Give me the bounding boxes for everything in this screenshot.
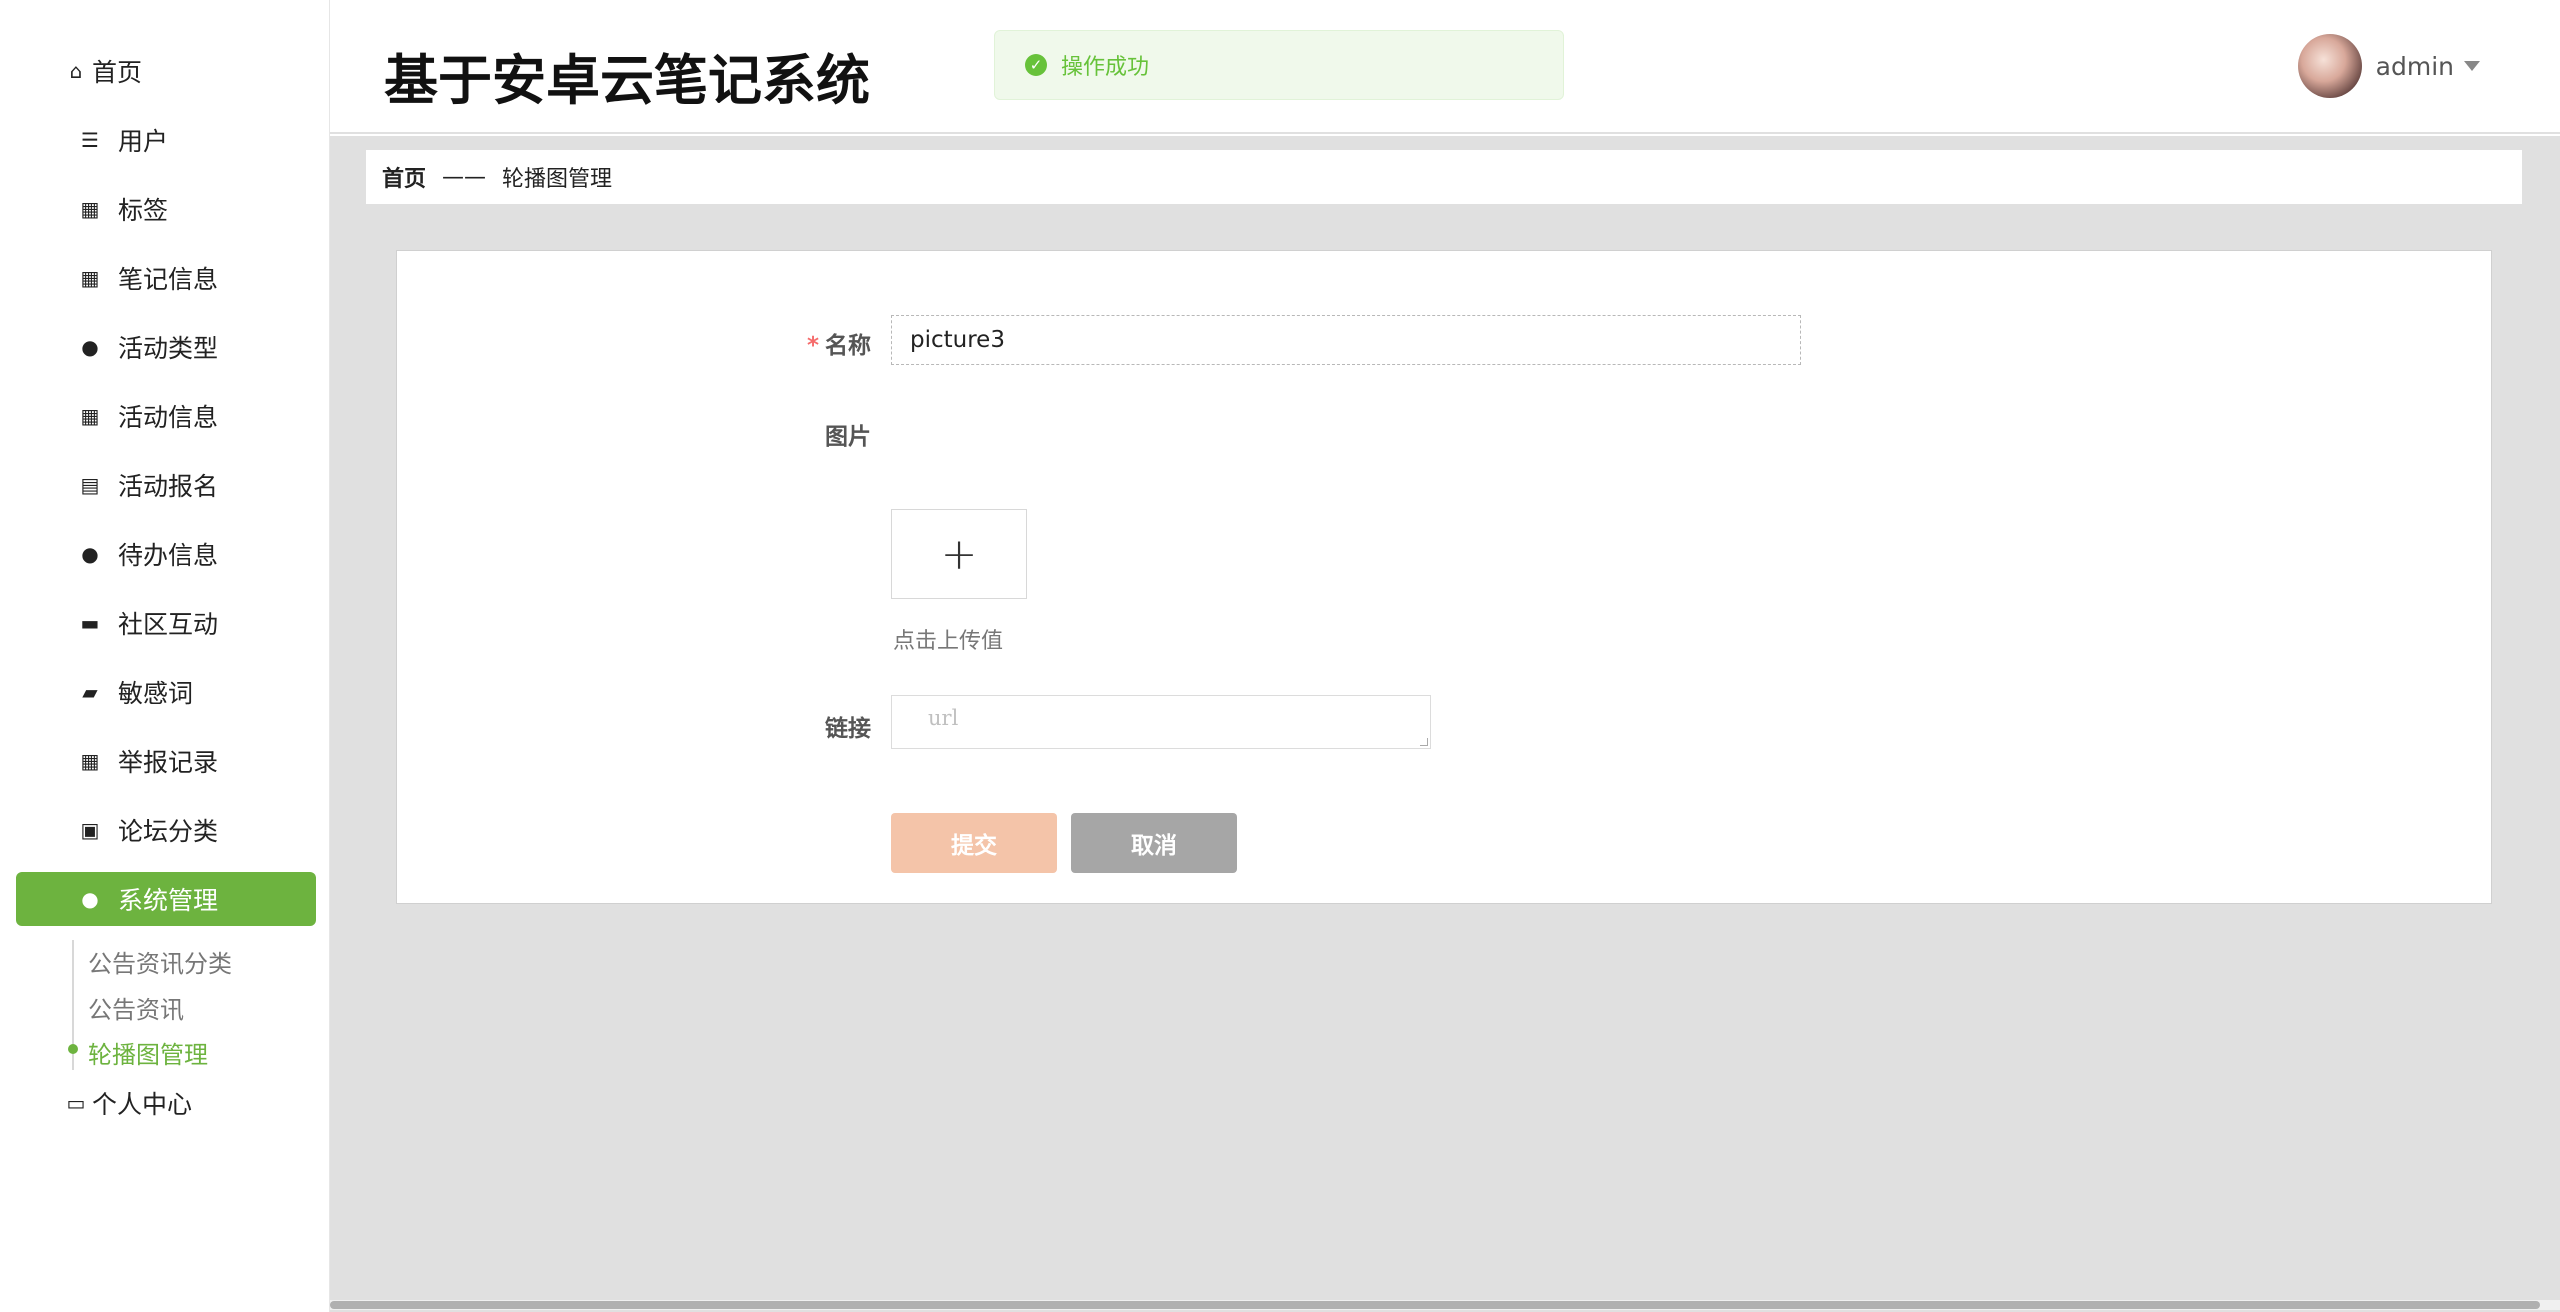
sidebar-item-label: 敏感词 bbox=[118, 679, 194, 708]
sidebar-item-label: 举报记录 bbox=[118, 748, 219, 777]
sidebar-item-label: 活动信息 bbox=[118, 403, 219, 432]
breadcrumb-home[interactable]: 首页 bbox=[382, 161, 426, 193]
submit-button[interactable]: 提交 bbox=[891, 813, 1057, 873]
link-textarea[interactable]: url bbox=[891, 695, 1431, 749]
sidebar-item-label: 社区互动 bbox=[118, 610, 219, 639]
sidebar-item-sensitive-words[interactable]: ▰ 敏感词 bbox=[16, 665, 316, 719]
briefcase-icon: ▣ bbox=[80, 818, 100, 842]
bulb-icon: ● bbox=[81, 542, 99, 566]
sidebar-item-label: 待办信息 bbox=[118, 541, 219, 570]
app-title: 基于安卓云笔记系统 bbox=[384, 49, 870, 112]
sidebar-item-system[interactable]: ● 系统管理 bbox=[16, 872, 316, 926]
sidebar-item-activities[interactable]: ▦ 活动信息 bbox=[16, 389, 316, 443]
wallet-icon: ▰ bbox=[82, 680, 98, 704]
breadcrumb-separator: —— bbox=[442, 164, 487, 190]
user-icon: ● bbox=[81, 335, 99, 359]
sidebar-item-notes[interactable]: ▦ 笔记信息 bbox=[16, 251, 316, 305]
home-icon: ⌂ bbox=[69, 59, 83, 83]
image-label: 图片 bbox=[825, 424, 871, 450]
grid-icon: ▦ bbox=[80, 197, 100, 221]
sidebar-item-users[interactable]: ☰ 用户 bbox=[16, 113, 316, 167]
sidebar-item-community[interactable]: ▬ 社区互动 bbox=[16, 596, 316, 650]
sidebar-item-home[interactable]: ⌂ 首页 bbox=[16, 44, 316, 98]
username: admin bbox=[2375, 51, 2454, 81]
sidebar-item-label: 用户 bbox=[118, 127, 169, 156]
submenu-item-carousel[interactable]: 轮播图管理 bbox=[88, 1035, 208, 1070]
user-icon: ● bbox=[81, 887, 99, 911]
avatar bbox=[2297, 34, 2362, 98]
name-input[interactable]: picture3 bbox=[891, 315, 1801, 365]
cancel-button[interactable]: 取消 bbox=[1071, 813, 1237, 873]
plus-icon: + bbox=[940, 528, 978, 580]
sidebar-item-todos[interactable]: ● 待办信息 bbox=[16, 527, 316, 581]
card-icon: ▭ bbox=[66, 1091, 86, 1115]
upload-tip: 点击上传值 bbox=[893, 629, 1004, 654]
sidebar-item-label: 首页 bbox=[92, 58, 143, 87]
required-mark: * bbox=[806, 333, 819, 359]
scrollbar-thumb[interactable] bbox=[330, 1301, 2540, 1309]
name-label: * 名称 bbox=[806, 333, 871, 359]
sidebar: ⌂ 首页 ☰ 用户 ▦ 标签 ▦ 笔记信息 ● 活动类型 ▦ 活动信息 ▤ 活动… bbox=[0, 0, 330, 1312]
sidebar-item-label: 标签 bbox=[118, 196, 169, 225]
check-circle-icon: ✓ bbox=[1025, 54, 1047, 76]
sidebar-item-activity-types[interactable]: ● 活动类型 bbox=[16, 320, 316, 374]
breadcrumb: 首页 —— 轮播图管理 bbox=[366, 150, 2522, 204]
list-icon: ☰ bbox=[81, 128, 99, 152]
sidebar-item-label: 活动类型 bbox=[118, 334, 219, 363]
sidebar-item-label: 个人中心 bbox=[92, 1090, 193, 1119]
grid-icon: ▦ bbox=[80, 404, 100, 428]
sidebar-item-tags[interactable]: ▦ 标签 bbox=[16, 182, 316, 236]
sidebar-item-personal[interactable]: ▭ 个人中心 bbox=[16, 1076, 316, 1130]
sidebar-item-label: 论坛分类 bbox=[118, 817, 219, 846]
horizontal-scrollbar[interactable] bbox=[330, 1300, 2560, 1310]
submenu-item-notices[interactable]: 公告资讯 bbox=[88, 990, 184, 1025]
form-panel: * 名称 picture3 图片 + 点击上传值 链接 url 提交 取消 bbox=[396, 250, 2492, 904]
sidebar-item-forum-categories[interactable]: ▣ 论坛分类 bbox=[16, 803, 316, 857]
sidebar-item-label: 笔记信息 bbox=[118, 265, 219, 294]
submenu-item-notice-categories[interactable]: 公告资讯分类 bbox=[88, 944, 232, 979]
main-content: 首页 —— 轮播图管理 * 名称 picture3 图片 + 点击上传值 链接 u… bbox=[330, 136, 2560, 1312]
grid-icon: ▦ bbox=[80, 749, 100, 773]
clipboard-icon: ▤ bbox=[80, 473, 100, 497]
caret-down-icon bbox=[2464, 61, 2480, 71]
upload-button[interactable]: + bbox=[891, 509, 1027, 599]
link-label: 链接 bbox=[825, 716, 871, 742]
sidebar-item-label: 活动报名 bbox=[118, 472, 219, 501]
toast-text: 操作成功 bbox=[1061, 55, 1150, 80]
link-placeholder: url bbox=[928, 706, 959, 730]
user-menu[interactable]: admin bbox=[2297, 34, 2480, 98]
active-dot bbox=[68, 1044, 78, 1054]
brush-icon: ▬ bbox=[80, 611, 100, 635]
success-toast: ✓ 操作成功 bbox=[994, 30, 1564, 100]
sidebar-item-label: 系统管理 bbox=[118, 886, 219, 915]
sidebar-item-signups[interactable]: ▤ 活动报名 bbox=[16, 458, 316, 512]
resize-handle[interactable] bbox=[1420, 738, 1428, 746]
grid-icon: ▦ bbox=[80, 266, 100, 290]
header: 基于安卓云笔记系统 ✓ 操作成功 admin bbox=[330, 0, 2560, 134]
sidebar-item-reports[interactable]: ▦ 举报记录 bbox=[16, 734, 316, 788]
breadcrumb-current: 轮播图管理 bbox=[502, 167, 613, 192]
